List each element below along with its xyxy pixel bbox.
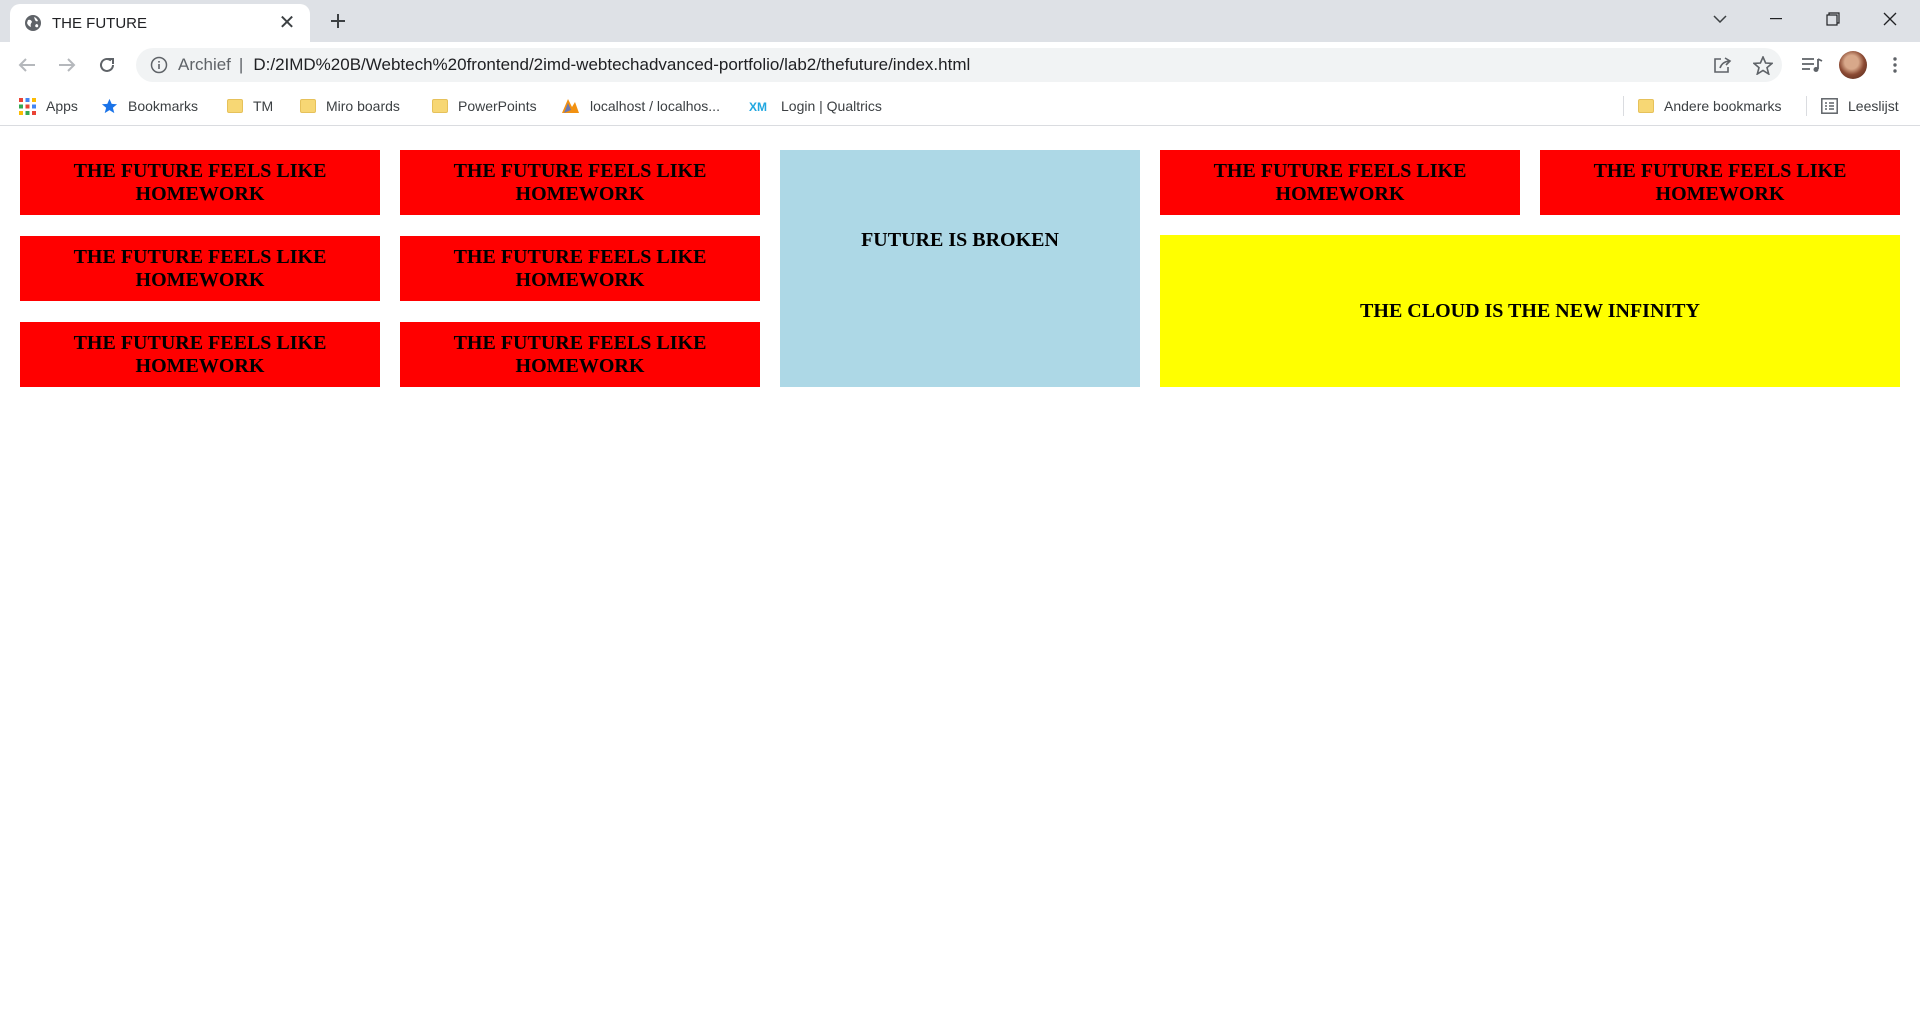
future-broken-box: FUTURE IS BROKEN: [780, 150, 1140, 387]
bookmarks-divider: [1806, 96, 1807, 116]
bookmark-folder-other[interactable]: Andere bookmarks: [1638, 88, 1782, 124]
bookmark-bookmarks[interactable]: Bookmarks: [101, 88, 198, 124]
star-outline-icon: [1753, 55, 1773, 75]
bookmark-label: Apps: [46, 98, 78, 114]
apps-grid-icon: [19, 97, 36, 115]
homework-box: THE FUTURE FEELS LIKE HOMEWORK: [1160, 150, 1520, 215]
phpmyadmin-icon: [560, 97, 580, 115]
close-window-button[interactable]: [1862, 0, 1918, 38]
bookmarks-divider: [1623, 96, 1624, 116]
homework-text: THE FUTURE FEELS LIKE HOMEWORK: [1213, 159, 1467, 205]
arrow-right-icon: [59, 58, 76, 72]
restore-icon: [1826, 12, 1840, 26]
bookmark-label: localhost / localhos...: [590, 98, 720, 114]
cloud-infinity-text: THE CLOUD IS THE NEW INFINITY: [1360, 299, 1700, 322]
browser-toolbar: Archief | D:/2IMD%20B/Webtech%20frontend…: [0, 42, 1920, 88]
homework-text: THE FUTURE FEELS LIKE HOMEWORK: [1593, 159, 1847, 205]
bookmark-star-button[interactable]: [1748, 50, 1778, 80]
reading-list-button[interactable]: Leeslijst: [1821, 88, 1899, 124]
share-button[interactable]: [1708, 50, 1738, 80]
homework-box: THE FUTURE FEELS LIKE HOMEWORK: [400, 236, 760, 301]
playlist-icon: [1802, 58, 1823, 72]
forward-button[interactable]: [52, 50, 82, 80]
bookmark-label: Miro boards: [326, 98, 400, 114]
star-icon: [101, 98, 118, 114]
bookmark-apps[interactable]: Apps: [19, 88, 78, 124]
folder-icon: [227, 99, 243, 113]
chevron-down-icon: [1713, 15, 1727, 23]
svg-text:XM: XM: [749, 100, 767, 112]
page-viewport: THE FUTURE FEELS LIKE HOMEWORK THE FUTUR…: [0, 127, 1920, 1020]
homework-box: THE FUTURE FEELS LIKE HOMEWORK: [20, 236, 380, 301]
url-text[interactable]: D:/2IMD%20B/Webtech%20frontend/2imd-webt…: [253, 55, 970, 75]
bookmark-label: Leeslijst: [1848, 98, 1899, 114]
homework-text: THE FUTURE FEELS LIKE HOMEWORK: [73, 331, 327, 377]
new-tab-button[interactable]: [325, 8, 351, 34]
bookmark-qualtrics[interactable]: XM Login | Qualtrics: [749, 88, 882, 124]
tab-search-button[interactable]: [1692, 0, 1748, 38]
homework-box: THE FUTURE FEELS LIKE HOMEWORK: [400, 150, 760, 215]
bookmark-folder-tm[interactable]: TM: [227, 88, 273, 124]
browser-menu-button[interactable]: [1880, 50, 1910, 80]
cloud-infinity-box: THE CLOUD IS THE NEW INFINITY: [1160, 235, 1900, 387]
close-icon: [1883, 12, 1897, 26]
security-label: Archief: [178, 55, 231, 74]
reading-list-icon: [1821, 98, 1838, 114]
homework-box: THE FUTURE FEELS LIKE HOMEWORK: [400, 322, 760, 387]
homework-box: THE FUTURE FEELS LIKE HOMEWORK: [20, 322, 380, 387]
homework-text: THE FUTURE FEELS LIKE HOMEWORK: [73, 245, 327, 291]
globe-icon: [25, 15, 41, 31]
folder-icon: [1638, 99, 1654, 113]
tab-strip: THE FUTURE ✕: [0, 0, 1920, 42]
tab-title: THE FUTURE: [52, 14, 147, 32]
bookmark-label: PowerPoints: [458, 98, 537, 114]
share-icon: [1714, 57, 1732, 73]
qualtrics-xm-icon: XM: [749, 100, 771, 112]
bookmark-localhost[interactable]: localhost / localhos...: [560, 88, 720, 124]
bookmark-folder-powerpoints[interactable]: PowerPoints: [432, 88, 537, 124]
homework-text: THE FUTURE FEELS LIKE HOMEWORK: [453, 159, 707, 205]
bookmark-folder-miro-boards[interactable]: Miro boards: [300, 88, 400, 124]
homework-text: THE FUTURE FEELS LIKE HOMEWORK: [73, 159, 327, 205]
reload-icon: [100, 57, 114, 72]
restore-button[interactable]: [1805, 0, 1861, 38]
browser-tab[interactable]: THE FUTURE ✕: [10, 4, 310, 42]
plus-icon: [331, 14, 345, 28]
bookmark-label: Login | Qualtrics: [781, 98, 882, 114]
bookmark-label: Bookmarks: [128, 98, 199, 114]
bookmark-label: Andere bookmarks: [1664, 98, 1782, 114]
info-icon[interactable]: [150, 56, 168, 74]
future-broken-text: FUTURE IS BROKEN: [861, 229, 1059, 251]
media-control-button[interactable]: [1797, 50, 1827, 80]
folder-icon: [432, 99, 448, 113]
arrow-left-icon: [18, 58, 35, 72]
minimize-icon: [1770, 18, 1782, 20]
homework-text: THE FUTURE FEELS LIKE HOMEWORK: [453, 331, 707, 377]
bookmark-label: TM: [253, 98, 274, 114]
address-bar[interactable]: Archief | D:/2IMD%20B/Webtech%20frontend…: [136, 48, 1782, 82]
minimize-button[interactable]: [1748, 0, 1804, 38]
folder-icon: [300, 99, 316, 113]
reload-button[interactable]: [92, 50, 122, 80]
more-vertical-icon: [1893, 57, 1897, 73]
homework-text: THE FUTURE FEELS LIKE HOMEWORK: [453, 245, 707, 291]
back-button[interactable]: [12, 50, 42, 80]
homework-box: THE FUTURE FEELS LIKE HOMEWORK: [20, 150, 380, 215]
close-tab-icon[interactable]: ✕: [276, 13, 298, 33]
bookmarks-bar: Apps Bookmarks TM Miro boards PowerPoint…: [0, 88, 1920, 126]
address-separator: |: [238, 55, 244, 74]
homework-box: THE FUTURE FEELS LIKE HOMEWORK: [1540, 150, 1900, 215]
profile-avatar[interactable]: [1839, 51, 1867, 79]
